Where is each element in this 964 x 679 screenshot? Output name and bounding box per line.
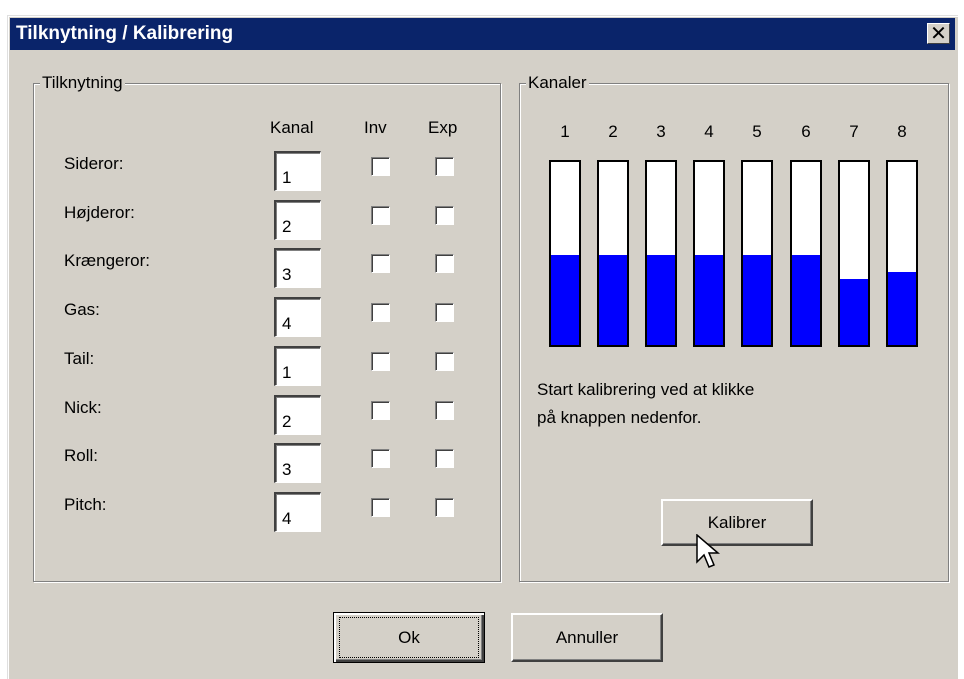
dialog-window: Tilknytning / Kalibrering ✕ Tilknytning … <box>7 15 958 679</box>
kanal-value: 4 <box>282 509 292 528</box>
row-label: Tail: <box>64 349 95 368</box>
calibrate-button[interactable]: Kalibrer <box>661 499 813 546</box>
channel-bar-fill <box>551 255 579 345</box>
row-label: Krængeror: <box>64 251 150 270</box>
kanal-input[interactable]: 4 <box>274 297 321 337</box>
instruction-line-1: Start kalibrering ved at klikke <box>537 380 755 399</box>
kanal-value: 2 <box>282 412 292 431</box>
row-label: Gas: <box>64 300 100 319</box>
kanal-value: 1 <box>282 363 292 382</box>
exp-checkbox[interactable] <box>435 206 454 225</box>
channel-bar <box>597 160 629 347</box>
exp-checkbox[interactable] <box>435 498 454 517</box>
kanal-input[interactable]: 2 <box>274 395 321 435</box>
exp-checkbox[interactable] <box>435 352 454 371</box>
row-label: Pitch: <box>64 495 107 514</box>
channel-number: 5 <box>752 122 762 141</box>
kanaler-group: Kanaler 1 2 3 4 5 6 7 8 Start kalibrering ved a… <box>519 73 949 582</box>
kanal-input[interactable]: 1 <box>274 151 321 191</box>
kanal-value: 4 <box>282 314 292 333</box>
header-inv: Inv <box>364 118 387 137</box>
tilknytning-legend: Tilknytning <box>40 73 125 93</box>
kanal-input[interactable]: 4 <box>274 492 321 532</box>
inv-checkbox[interactable] <box>371 157 390 176</box>
channel-number: 1 <box>560 122 570 141</box>
channel-number: 6 <box>801 122 811 141</box>
kanal-input[interactable]: 2 <box>274 200 321 240</box>
title-bar[interactable]: Tilknytning / Kalibrering ✕ <box>10 18 955 50</box>
channel-bar-fill <box>792 255 820 345</box>
channel-bar <box>645 160 677 347</box>
exp-checkbox[interactable] <box>435 449 454 468</box>
channel-bar-fill <box>599 255 627 345</box>
row-label: Roll: <box>64 446 99 465</box>
ok-button[interactable]: Ok <box>333 612 485 663</box>
kanaler-legend: Kanaler <box>526 73 589 93</box>
inv-checkbox[interactable] <box>371 303 390 322</box>
cancel-button[interactable]: Annuller <box>511 613 663 662</box>
channel-bar <box>886 160 918 347</box>
instruction-line-2: på knappen nedenfor. <box>537 408 702 427</box>
header-exp: Exp <box>428 118 458 137</box>
inv-checkbox[interactable] <box>371 498 390 517</box>
mouse-pointer-icon <box>696 534 721 568</box>
tilknytning-group: Tilknytning Kanal Inv Exp Sideror: 1 Højde… <box>33 73 501 582</box>
channel-bar <box>790 160 822 347</box>
inv-checkbox[interactable] <box>371 206 390 225</box>
kanal-value: 3 <box>282 265 292 284</box>
channel-number: 4 <box>704 122 714 141</box>
exp-checkbox[interactable] <box>435 157 454 176</box>
channel-bar-fill <box>888 271 916 345</box>
row-label: Nick: <box>64 398 102 417</box>
row-label: Sideror: <box>64 154 124 173</box>
channel-bar-fill <box>840 279 868 345</box>
channel-bar <box>741 160 773 347</box>
row-label: Højderor: <box>64 203 135 222</box>
exp-checkbox[interactable] <box>435 303 454 322</box>
ok-button-label: Ok <box>398 627 420 647</box>
kanal-input[interactable]: 3 <box>274 248 321 288</box>
exp-checkbox[interactable] <box>435 254 454 273</box>
close-button[interactable]: ✕ <box>927 21 950 45</box>
cancel-button-label: Annuller <box>555 627 619 647</box>
exp-checkbox[interactable] <box>435 401 454 420</box>
channel-bar <box>549 160 581 347</box>
kanal-value: 1 <box>282 168 292 187</box>
inv-checkbox[interactable] <box>371 254 390 273</box>
channel-bar-fill <box>743 255 771 345</box>
window-title: Tilknytning / Kalibrering <box>16 23 234 44</box>
channel-bar-fill <box>695 255 723 345</box>
channel-number: 2 <box>608 122 618 141</box>
close-icon: ✕ <box>930 21 947 45</box>
inv-checkbox[interactable] <box>371 352 390 371</box>
kanal-input[interactable]: 3 <box>274 443 321 483</box>
header-kanal: Kanal <box>270 118 314 137</box>
channel-number: 8 <box>897 122 907 141</box>
channel-bar-fill <box>647 255 675 345</box>
channel-number: 7 <box>849 122 859 141</box>
channel-bar <box>838 160 870 347</box>
inv-checkbox[interactable] <box>371 449 390 468</box>
kanal-value: 2 <box>282 217 292 236</box>
inv-checkbox[interactable] <box>371 401 390 420</box>
kanal-value: 3 <box>282 460 292 479</box>
channel-number: 3 <box>656 122 666 141</box>
calibrate-button-label: Kalibrer <box>707 512 767 532</box>
kanal-input[interactable]: 1 <box>274 346 321 386</box>
channel-bar <box>693 160 725 347</box>
